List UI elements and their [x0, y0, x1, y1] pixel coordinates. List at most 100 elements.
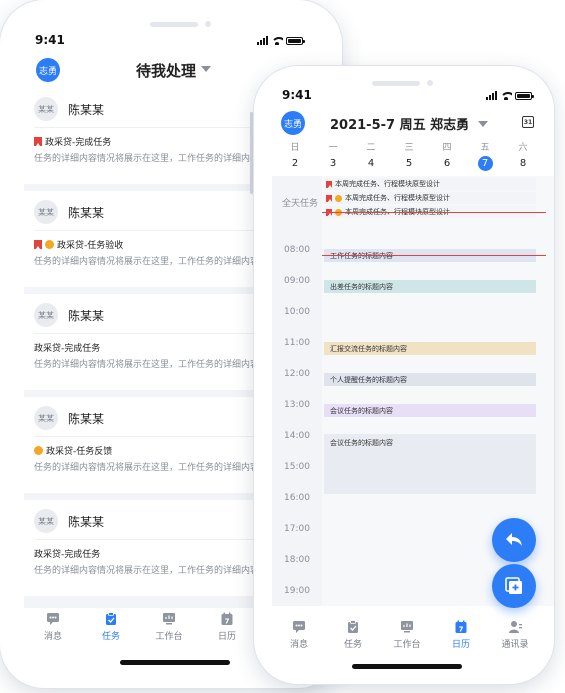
date-number[interactable]: 5	[402, 156, 417, 171]
event-title: 会议任务的标题内容	[330, 439, 393, 447]
avatar: 某某	[34, 97, 58, 121]
hour-label: 14:00	[284, 431, 310, 441]
event-block[interactable]: 个人提醒任务的标题内容	[324, 373, 536, 386]
scrollbar[interactable]	[250, 112, 253, 194]
event-title: 会议任务的标题内容	[330, 406, 393, 415]
svg-text:7: 7	[225, 618, 230, 626]
wifi-icon	[271, 36, 283, 45]
home-indicator	[120, 660, 230, 665]
hour-label: 17:00	[284, 524, 310, 534]
tab-contacts[interactable]: 通讯录	[488, 620, 542, 650]
date-header[interactable]: 2021-5-7 周五 郑志勇	[330, 114, 469, 133]
day-column[interactable]: 五7	[466, 140, 504, 171]
tab-calendar[interactable]: 7 日历	[198, 612, 256, 642]
week-strip: 日2一3二4三5四6五7六8	[276, 140, 552, 171]
task-title-row: 政采贷-完成任务	[34, 135, 111, 148]
battery-icon	[515, 91, 534, 100]
event-block[interactable]: 会议任务的标题内容	[324, 434, 536, 494]
task-title: 政采贷-完成任务	[34, 550, 101, 560]
page-title[interactable]: 待我处理	[136, 60, 196, 81]
date-number[interactable]: 7	[477, 156, 493, 171]
calendar-icon[interactable]: 31	[522, 116, 534, 128]
day-column[interactable]: 四6	[428, 140, 466, 171]
weekday-label: 一	[328, 143, 338, 153]
flag-icon	[326, 180, 332, 188]
assignee-name: 陈某某	[68, 309, 105, 323]
tab-label: 工作台	[393, 640, 421, 650]
tab-messages[interactable]: 消息	[272, 620, 326, 650]
workbench-icon	[162, 612, 176, 625]
message-icon	[292, 620, 306, 633]
hour-label: 18:00	[284, 555, 310, 565]
date-number[interactable]: 4	[364, 156, 379, 171]
hour-label: 10:00	[284, 307, 310, 317]
status-dot-icon	[335, 194, 342, 202]
status-time: 9:41	[282, 88, 312, 102]
date-number[interactable]: 8	[516, 156, 531, 171]
assignee-name: 陈某某	[68, 515, 105, 529]
calendar-icon: 7	[220, 612, 234, 626]
weekday-label: 五	[480, 143, 490, 153]
user-avatar[interactable]: 志勇	[281, 111, 305, 135]
task-title-row: 政采贷-任务反馈	[34, 444, 112, 457]
allday-label: 全天任务	[282, 199, 319, 209]
event-block[interactable]: 会议任务的标题内容	[324, 404, 536, 417]
day-column[interactable]: 六8	[504, 140, 542, 171]
date-number[interactable]: 6	[440, 156, 455, 171]
add-task-button[interactable]	[492, 564, 536, 608]
reply-icon	[506, 533, 522, 546]
tab-label: 任务	[101, 632, 120, 642]
tab-label: 日历	[451, 640, 470, 650]
camera-dot	[427, 80, 433, 86]
day-column[interactable]: 二4	[352, 140, 390, 171]
hour-label: 08:00	[284, 245, 310, 255]
date-number[interactable]: 2	[288, 156, 303, 171]
event-block[interactable]: 汇报交流任务的标题内容	[324, 342, 536, 355]
reply-button[interactable]	[492, 518, 536, 562]
tab-workbench[interactable]: 工作台	[380, 620, 434, 650]
day-column[interactable]: 一3	[314, 140, 352, 171]
hour-label: 19:00	[284, 586, 310, 596]
tab-label: 消息	[289, 640, 308, 650]
date-number[interactable]: 3	[326, 156, 341, 171]
status-dot-icon	[45, 240, 54, 249]
status-dot-icon	[34, 446, 43, 455]
strikethrough-line	[322, 212, 546, 213]
weekday-label: 三	[404, 143, 414, 153]
tab-calendar[interactable]: 7 日历	[434, 620, 488, 650]
home-indicator	[352, 664, 462, 669]
status-icons	[486, 91, 534, 100]
allday-task[interactable]: 本周完成任务、行程模块原型设计	[324, 178, 536, 190]
day-column[interactable]: 日2	[276, 140, 314, 171]
tab-messages[interactable]: 消息	[24, 612, 82, 642]
weekday-label: 四	[442, 143, 452, 153]
assignee-name: 陈某某	[68, 412, 105, 426]
tab-tasks[interactable]: 任务	[82, 612, 140, 642]
tab-workbench[interactable]: 工作台	[140, 612, 198, 642]
task-title: 政采贷-完成任务	[34, 344, 101, 354]
day-column[interactable]: 三5	[390, 140, 428, 171]
tab-bar: 消息 任务 工作台 7 日历 通讯录	[272, 620, 554, 650]
chevron-down-icon[interactable]	[478, 121, 488, 127]
user-avatar[interactable]: 志勇	[36, 58, 60, 82]
flag-icon	[34, 240, 42, 249]
task-title-row: 政采贷-完成任务	[34, 547, 100, 560]
signal-icon	[486, 91, 497, 100]
camera-dot	[205, 21, 211, 27]
signal-icon	[257, 36, 268, 45]
allday-task[interactable]: 本周完成任务、行程模块原型设计	[324, 192, 536, 204]
task-title: 政采贷-完成任务	[45, 138, 112, 148]
event-title: 汇报交流任务的标题内容	[330, 344, 407, 353]
message-icon	[46, 612, 60, 625]
avatar: 某某	[34, 406, 58, 430]
chevron-down-icon[interactable]	[201, 66, 211, 72]
task-title: 政采贷-任务验收	[57, 241, 124, 251]
event-block[interactable]: 出差任务的标题内容	[324, 280, 536, 293]
speaker	[150, 22, 198, 27]
strikethrough-line	[322, 255, 546, 256]
avatar: 某某	[34, 200, 58, 224]
tab-tasks[interactable]: 任务	[326, 620, 380, 650]
hour-label: 15:00	[284, 462, 310, 472]
avatar: 某某	[34, 303, 58, 327]
hour-label: 09:00	[284, 276, 310, 286]
